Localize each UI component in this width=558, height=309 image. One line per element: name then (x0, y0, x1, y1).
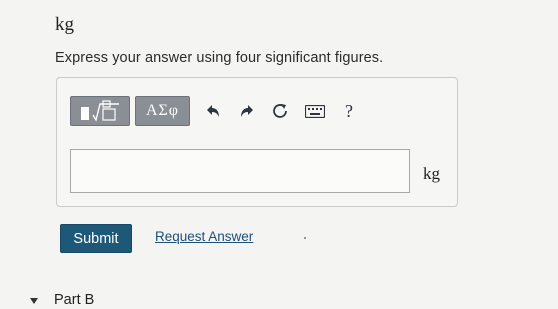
previous-answer-unit: kg (55, 14, 74, 35)
reset-icon (273, 104, 287, 118)
symbols-button[interactable]: ΑΣφ (135, 96, 190, 126)
reset-button[interactable] (267, 96, 293, 126)
part-b-label: Part B (54, 292, 95, 308)
part-b-header[interactable]: Part B (30, 292, 94, 308)
templates-button[interactable] (70, 96, 130, 126)
collapse-triangle-icon (30, 298, 38, 304)
instruction-text: Express your answer using four significa… (55, 50, 384, 66)
keyboard-icon (305, 104, 325, 118)
answer-input[interactable] (70, 149, 410, 193)
keyboard-button[interactable] (302, 96, 328, 126)
redo-icon (241, 105, 253, 117)
symbols-label: ΑΣφ (145, 102, 180, 119)
help-button[interactable]: ? (336, 96, 362, 126)
undo-icon (207, 105, 219, 117)
undo-button[interactable] (200, 96, 226, 126)
help-label: ? (345, 100, 353, 121)
request-answer-link[interactable]: Request Answer (155, 229, 253, 244)
stray-dot (304, 237, 306, 239)
templates-icon (81, 100, 119, 122)
redo-button[interactable] (234, 96, 260, 126)
submit-button[interactable]: Submit (60, 224, 132, 253)
answer-unit-label: kg (423, 164, 440, 183)
